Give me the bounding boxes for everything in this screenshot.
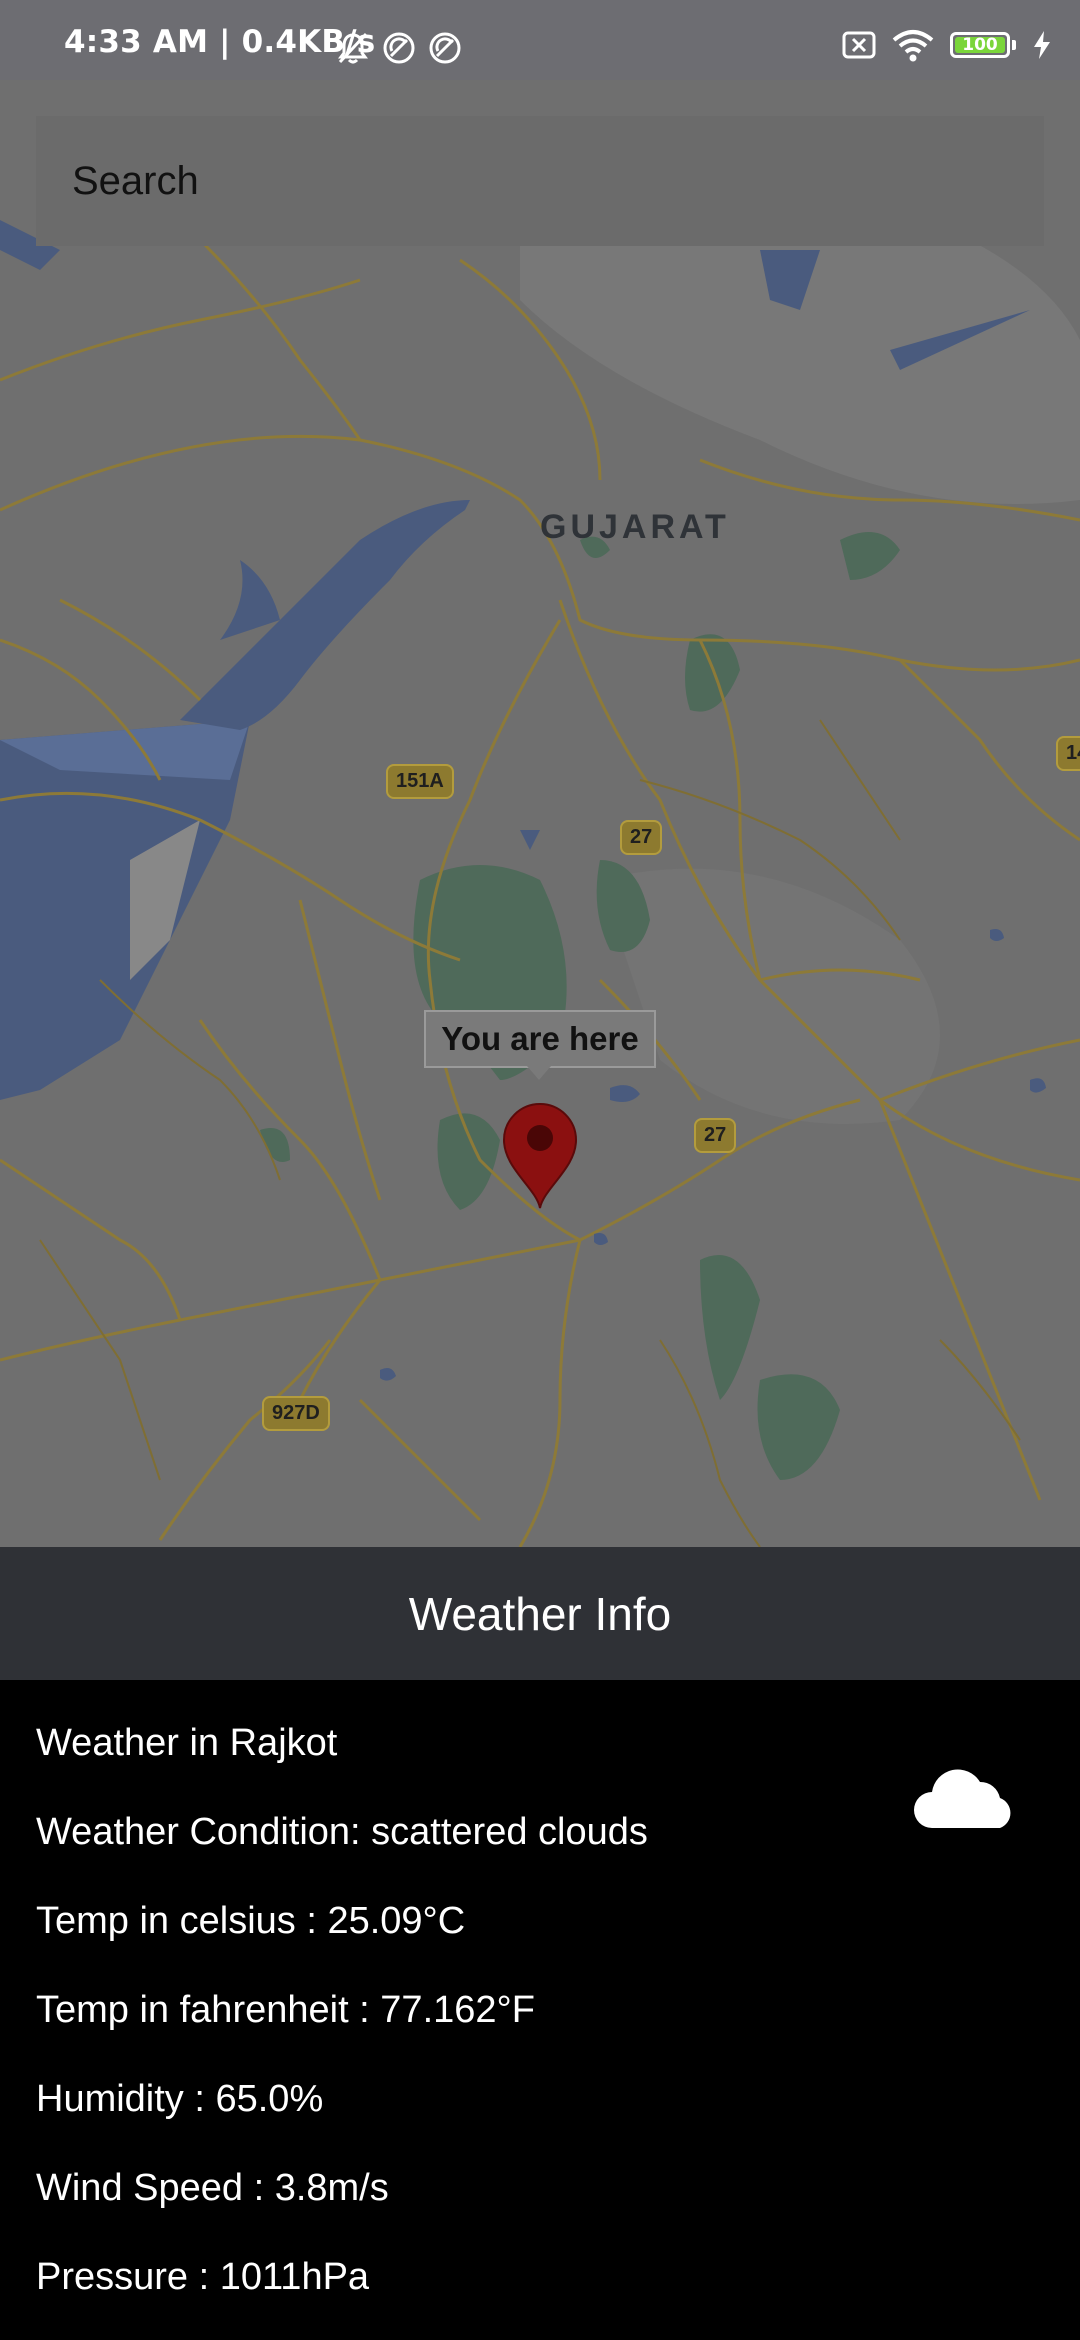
search-input[interactable]: Search bbox=[36, 116, 1044, 246]
temp-celsius: Temp in celsius : 25.09°C bbox=[36, 1900, 466, 1942]
weather-info-header: Weather Info bbox=[0, 1547, 1080, 1680]
status-time: 4:33 AM | 0.4KB/s bbox=[64, 24, 376, 60]
map-region-label: GUJARAT bbox=[540, 508, 730, 546]
bell-muted-icon bbox=[338, 32, 368, 64]
location-pin-icon[interactable] bbox=[496, 1098, 584, 1210]
weather-info-title: Weather Info bbox=[408, 1587, 672, 1640]
marker-tooltip-tail bbox=[527, 1066, 551, 1080]
wifi-icon bbox=[892, 30, 934, 62]
pressure: Pressure : 1011hPa bbox=[36, 2256, 370, 2298]
status-notification-icons bbox=[335, 30, 463, 66]
road-shield: 14 bbox=[1056, 736, 1080, 771]
no-sim-icon bbox=[842, 31, 876, 59]
battery-icon: 100 bbox=[950, 32, 1010, 58]
battery-level: 100 bbox=[955, 37, 1005, 54]
sync-disabled-icon bbox=[383, 32, 415, 64]
cloud-icon bbox=[914, 1769, 1011, 1828]
status-bar: 4:33 AM | 0.4KB/s 100 bbox=[0, 0, 1080, 80]
weather-condition: Weather Condition: scattered clouds bbox=[36, 1811, 648, 1853]
map-view[interactable] bbox=[0, 80, 1080, 1547]
road-shield: 27 bbox=[694, 1118, 737, 1153]
marker-tooltip: You are here bbox=[424, 1010, 656, 1068]
humidity: Humidity : 65.0% bbox=[36, 2078, 324, 2120]
road-shield: 151A bbox=[386, 764, 454, 799]
map-canvas[interactable] bbox=[0, 80, 1080, 1547]
screen: 4:33 AM | 0.4KB/s 100 Search GUJARAT 151… bbox=[0, 0, 1080, 2340]
status-system-icons: 100 bbox=[842, 28, 1052, 62]
sync-disabled-icon-2 bbox=[429, 32, 461, 64]
wind-speed: Wind Speed : 3.8m/s bbox=[36, 2167, 389, 2209]
weather-city: Weather in Rajkot bbox=[36, 1722, 338, 1764]
charging-icon bbox=[1034, 31, 1050, 59]
road-shield: 27 bbox=[620, 820, 663, 855]
road-shield: 927D bbox=[262, 1396, 330, 1431]
temp-fahrenheit: Temp in fahrenheit : 77.162°F bbox=[36, 1989, 535, 2031]
search-placeholder: Search bbox=[72, 158, 199, 203]
